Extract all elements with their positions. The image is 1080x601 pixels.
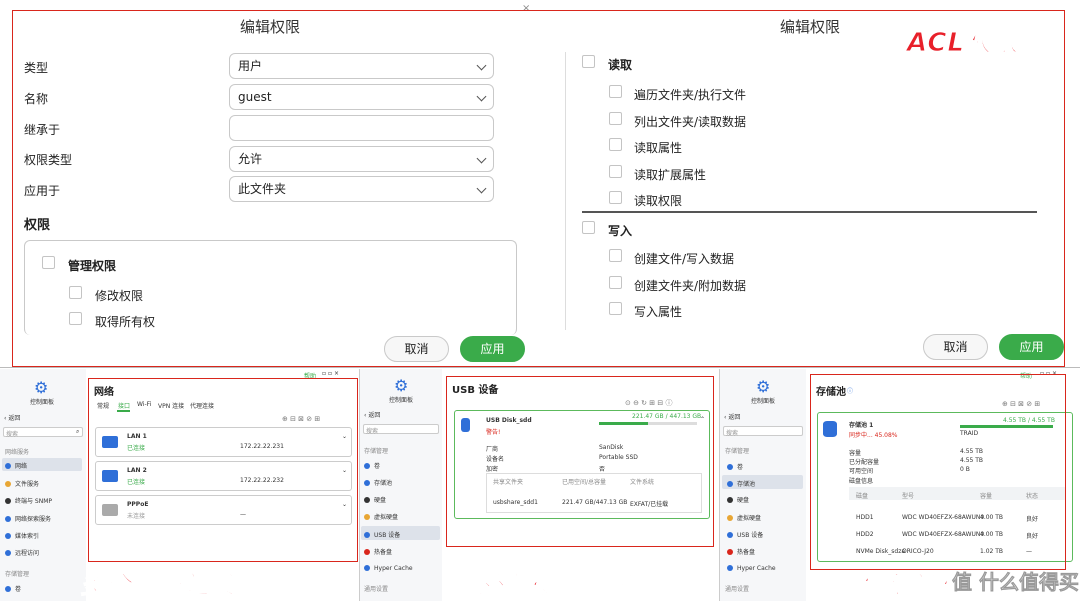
sidebar-item-file-service[interactable]: 文件服务 [5,479,39,488]
gear-icon: ⚙ [34,378,49,397]
sidebar-item-hotspare[interactable]: 热备盘 [727,547,755,556]
back-link[interactable]: ‹ 返回 [4,413,20,422]
pool-icon [727,481,733,487]
control-panel-label: 控制面板 [30,399,55,406]
net-slogan: 多个网络连接 [79,570,237,600]
gear-icon: ⚙ [394,376,409,395]
hotspare-icon [727,549,733,555]
net-highlight [88,378,358,562]
section-label: 存储管理 [364,448,389,455]
search-input[interactable]: 搜索 [363,424,439,435]
usb-highlight [446,376,714,547]
volume-icon [727,464,733,470]
sidebar-item-volume[interactable]: 卷 [5,584,21,593]
search-input[interactable]: 搜索 ⌕ [3,427,83,438]
section-label: 存储管理 [5,571,30,578]
cache-icon [727,565,733,571]
control-panel-label: 控制面板 [389,397,414,404]
sidebar-item-hotspare[interactable]: 热备盘 [364,547,392,556]
network-icon [5,463,11,469]
search-placeholder: 搜索 [366,428,379,435]
watermark: 值 什么值得买 [952,570,1079,595]
discovery-icon [5,516,11,522]
usb-icon [727,532,733,538]
volume-icon [5,586,11,592]
sidebar-item-label: 存储池 [727,479,755,488]
vdisk-icon [364,514,370,520]
folder-icon [5,481,11,487]
back-label: 返回 [728,414,741,421]
sidebar-item-cache[interactable]: Hyper Cache [727,565,776,572]
section-label: 网络服务 [5,449,30,456]
sidebar-item-label: 网络 [5,461,27,470]
gear-icon: ⚙ [756,377,771,396]
sidebar-item-disk[interactable]: 硬盘 [727,495,749,504]
hotspare-icon [364,549,370,555]
sidebar-item-label: USB 设备 [364,530,400,539]
sidebar-item-volume[interactable]: 卷 [364,461,380,470]
sidebar-item-discovery[interactable]: 网络探索服务 [5,514,51,523]
disk-icon [727,497,733,503]
sidebar-item-cache[interactable]: Hyper Cache [364,565,413,572]
terminal-icon [5,498,11,504]
pool-highlight [810,374,1066,570]
section-label: 通用设置 [725,586,750,593]
pool-icon [364,480,370,486]
usb-slogan: 外部硬盘直插 [477,570,635,600]
back-link[interactable]: ‹ 返回 [364,410,380,419]
sidebar-item-pool[interactable]: 存储池 [364,478,392,487]
control-panel-label: 控制面板 [751,398,776,405]
window-controls[interactable]: ▫ ▫ × [322,370,339,377]
pool-slogan: 存储池迁移 [833,570,965,600]
volume-icon [364,463,370,469]
back-link[interactable]: ‹ 返回 [724,412,740,421]
sidebar-item-volume[interactable]: 卷 [727,462,743,471]
media-icon [5,533,11,539]
sidebar-item-usb[interactable]: USB 设备 [727,530,763,539]
search-placeholder: 搜索 [6,431,19,438]
sidebar-item-remote[interactable]: 远程访问 [5,548,39,557]
sidebar-item-disk[interactable]: 硬盘 [364,495,386,504]
cache-icon [364,565,370,571]
sidebar-item-terminal[interactable]: 终端与 SNMP [5,496,52,505]
section-label: 通用设置 [364,586,389,593]
acl-highlight [12,10,1065,367]
vdisk-icon [727,515,733,521]
search-input[interactable]: 搜索 [723,426,803,437]
back-label: 返回 [368,412,381,419]
back-label: 返回 [8,415,21,422]
sidebar-item-vdisk[interactable]: 虚拟硬盘 [364,512,398,521]
sidebar-item-media-index[interactable]: 媒体索引 [5,531,39,540]
search-placeholder: 搜索 [726,430,739,437]
cloud-icon [5,550,11,556]
section-label: 存储管理 [725,448,750,455]
usb-icon [364,532,370,538]
search-icon: ⌕ [76,428,80,435]
disk-icon [364,497,370,503]
acl-slogan: ACL权限 [907,28,1019,59]
sidebar-item-vdisk[interactable]: 虚拟硬盘 [727,513,761,522]
